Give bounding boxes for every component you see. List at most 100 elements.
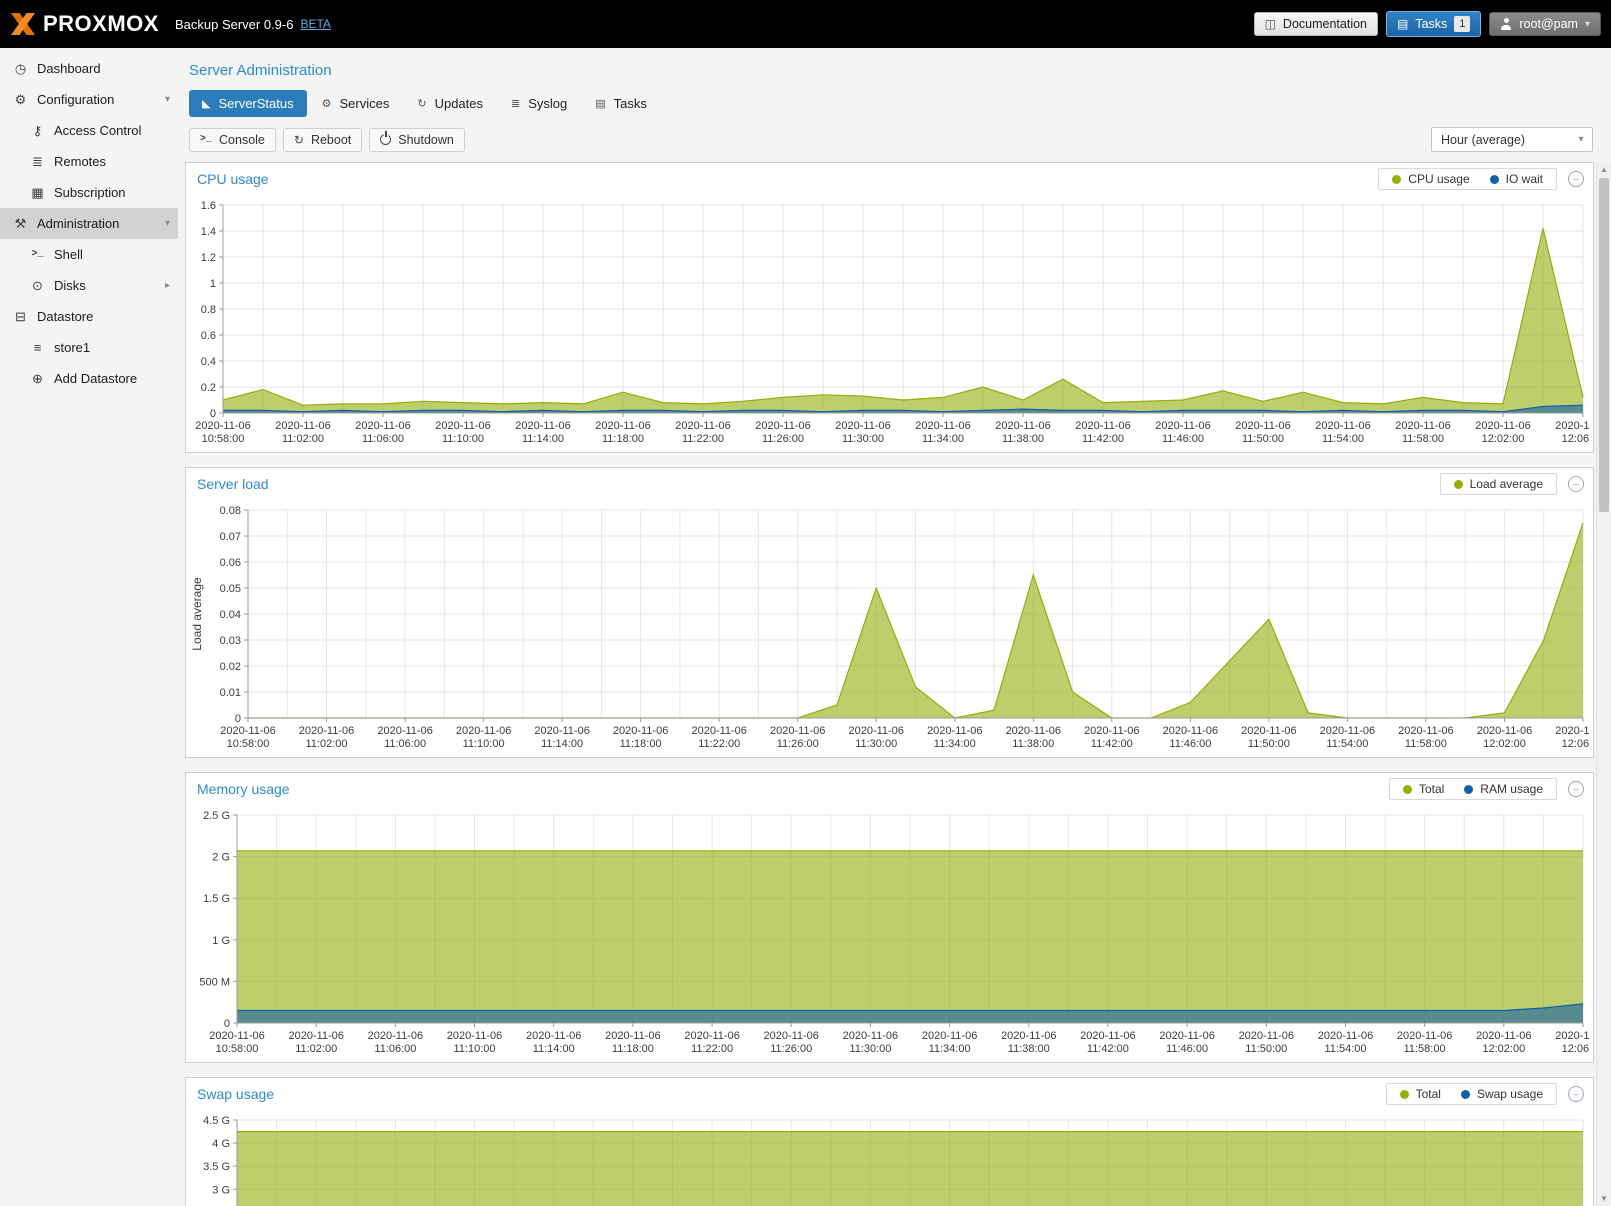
svg-text:0.4: 0.4 <box>201 356 216 368</box>
svg-text:2020-11-06: 2020-11-06 <box>691 725 746 737</box>
cpu-usage-chart[interactable]: 00.20.40.60.811.21.41.62020-11-0610:58:0… <box>188 197 1589 449</box>
svg-text:2020-11-06: 2020-11-06 <box>1395 420 1450 432</box>
tasks-icon: ▤ <box>595 97 605 110</box>
hdd-icon: ⊙ <box>28 278 47 294</box>
tab-tasks[interactable]: ▤Tasks <box>582 90 660 117</box>
tab-label: Services <box>340 96 390 111</box>
tab-serverstatus[interactable]: ◣ ServerStatus <box>189 90 307 117</box>
svg-text:1.5 G: 1.5 G <box>203 893 230 905</box>
svg-text:11:46:00: 11:46:00 <box>1169 738 1211 750</box>
panel-tool-icon[interactable]: – <box>1568 476 1584 492</box>
svg-text:2020-11-06: 2020-11-06 <box>927 725 982 737</box>
svg-text:0.06: 0.06 <box>220 557 241 569</box>
svg-text:2020-11-06: 2020-11-06 <box>1001 1030 1056 1042</box>
panel-tool-icon[interactable]: – <box>1568 1086 1584 1102</box>
chart-host: 0500 M1 G1.5 G2 G2.5 G2020-11-0610:58:00… <box>186 805 1593 1062</box>
user-menu-button[interactable]: root@pam ▾ <box>1489 12 1601 36</box>
svg-text:2020-11-06: 2020-11-06 <box>1084 725 1139 737</box>
sidebar-item-access-control[interactable]: ⚷Access Control <box>0 115 178 146</box>
scrollbar-thumb[interactable] <box>1599 178 1609 512</box>
memory-usage-chart[interactable]: 0500 M1 G1.5 G2 G2.5 G2020-11-0610:58:00… <box>188 807 1589 1059</box>
vertical-scrollbar[interactable]: ▲ ▼ <box>1596 162 1611 1206</box>
svg-text:3.5 G: 3.5 G <box>203 1161 230 1173</box>
sidebar-item-label: Remotes <box>54 154 106 169</box>
sidebar-item-administration[interactable]: ⚒Administration▾ <box>0 208 178 239</box>
remotes-icon: ≣ <box>28 154 47 170</box>
avatar-icon <box>1500 18 1512 30</box>
svg-text:11:42:00: 11:42:00 <box>1091 738 1133 750</box>
sidebar-item-remotes[interactable]: ≣ Remotes <box>0 146 178 177</box>
panel-tool-icon[interactable]: – <box>1568 781 1584 797</box>
tab-syslog[interactable]: ≣Syslog <box>498 90 580 117</box>
sidebar-item-datastore[interactable]: ⊟Datastore <box>0 301 178 332</box>
chart-legend: Total Swap usage <box>1386 1083 1557 1105</box>
legend-item-total[interactable]: Total <box>1400 1087 1441 1101</box>
time-range-combobox[interactable]: Hour (average) ▾ <box>1431 127 1593 152</box>
wrench-icon: ⚒ <box>11 216 30 232</box>
tab-updates[interactable]: ↻Updates <box>404 90 496 117</box>
svg-text:12:06:00: 12:06:00 <box>1562 1043 1589 1055</box>
shutdown-button[interactable]: Shutdown <box>369 128 465 152</box>
svg-text:11:50:00: 11:50:00 <box>1242 433 1284 445</box>
svg-text:0.03: 0.03 <box>220 635 241 647</box>
svg-text:2020-11-06: 2020-11-06 <box>1163 725 1218 737</box>
tasks-button[interactable]: ▤ Tasks 1 <box>1386 11 1481 37</box>
sidebar-item-add-datastore[interactable]: ⊕Add Datastore <box>0 363 178 394</box>
scroll-down-arrow-icon[interactable]: ▼ <box>1597 1191 1611 1206</box>
panel-title: Swap usage <box>197 1086 274 1102</box>
sidebar-item-configuration[interactable]: ⚙Configuration▾ <box>0 84 178 115</box>
svg-text:2020-11-06: 2020-11-06 <box>770 725 825 737</box>
svg-text:4 G: 4 G <box>212 1138 230 1150</box>
svg-text:11:18:00: 11:18:00 <box>602 433 644 445</box>
area-chart-icon: ◣ <box>202 97 210 110</box>
sidebar-item-disks[interactable]: ⊙Disks▸ <box>0 270 178 301</box>
legend-item-cpu-usage[interactable]: CPU usage <box>1392 172 1469 186</box>
svg-text:2020-11-06: 2020-11-06 <box>299 725 354 737</box>
charts-list: CPU usage CPU usage IO wait – 00.20.40.60… <box>185 162 1594 1206</box>
svg-text:2020-11-06: 2020-11-06 <box>435 420 490 432</box>
server-load-chart[interactable]: 00.010.020.030.040.050.060.070.082020-11… <box>188 502 1589 754</box>
svg-text:2020-11-06: 2020-11-06 <box>1475 420 1530 432</box>
panel-tool-icon[interactable]: – <box>1568 171 1584 187</box>
svg-text:2020-11-06: 2020-11-06 <box>995 420 1050 432</box>
svg-text:11:02:00: 11:02:00 <box>305 738 347 750</box>
sidebar-item-label: Dashboard <box>37 61 101 76</box>
svg-text:2020-11-06: 2020-11-06 <box>1235 420 1290 432</box>
svg-text:2020-11-06: 2020-11-06 <box>195 420 250 432</box>
tabbar: ◣ ServerStatus ⚙Services↻Updates≣Syslog▤Ta… <box>178 90 1611 125</box>
sidebar-item-label: Access Control <box>54 123 141 138</box>
memory-usage-panel: Memory usage Total RAM usage – 0500 M1 G1… <box>185 772 1594 1063</box>
tab-services[interactable]: ⚙Services <box>309 90 403 117</box>
sidebar-item-store1[interactable]: ≡store1 <box>0 332 178 363</box>
svg-text:11:54:00: 11:54:00 <box>1324 1043 1366 1055</box>
panel-header: CPU usage CPU usage IO wait – <box>186 163 1593 195</box>
legend-item-ram-usage[interactable]: RAM usage <box>1464 782 1543 796</box>
beta-link[interactable]: BETA <box>300 17 330 31</box>
sidebar-item-shell[interactable]: >_Shell <box>0 239 178 270</box>
tab-label: ServerStatus <box>218 96 293 111</box>
chevron-down-icon: ▾ <box>165 94 170 105</box>
legend-item-io-wait[interactable]: IO wait <box>1490 172 1543 186</box>
console-button[interactable]: >_ Console <box>189 128 276 152</box>
chart-legend: CPU usage IO wait <box>1378 168 1557 190</box>
svg-text:11:38:00: 11:38:00 <box>1012 738 1054 750</box>
sidebar-item-dashboard[interactable]: ◷Dashboard <box>0 53 178 84</box>
charts-region: CPU usage CPU usage IO wait – 00.20.40.60… <box>178 162 1611 1206</box>
sidebar-item-subscription[interactable]: ▦Subscription <box>0 177 178 208</box>
sidebar-item-label: Disks <box>54 278 86 293</box>
svg-text:11:38:00: 11:38:00 <box>1008 1043 1050 1055</box>
reboot-button[interactable]: ↻ Reboot <box>283 128 362 152</box>
legend-item-load-average[interactable]: Load average <box>1454 477 1543 491</box>
legend-dot-icon <box>1392 175 1401 184</box>
svg-text:2020-11-06: 2020-11-06 <box>1398 725 1453 737</box>
legend-label: CPU usage <box>1408 172 1469 186</box>
swap-usage-chart[interactable]: 0500 M1 G1.5 G2 G2.5 G3 G3.5 G4 G4.5 G20… <box>188 1112 1589 1206</box>
svg-text:2020-11-06: 2020-11-06 <box>1315 420 1370 432</box>
panel-title: Memory usage <box>197 781 290 797</box>
legend-item-total[interactable]: Total <box>1403 782 1444 796</box>
legend-item-swap-usage[interactable]: Swap usage <box>1461 1087 1543 1101</box>
scroll-up-arrow-icon[interactable]: ▲ <box>1597 162 1611 177</box>
documentation-button[interactable]: ◫ Documentation <box>1254 12 1378 36</box>
svg-text:10:58:00: 10:58:00 <box>202 433 245 445</box>
panel-header: Memory usage Total RAM usage – <box>186 773 1593 805</box>
